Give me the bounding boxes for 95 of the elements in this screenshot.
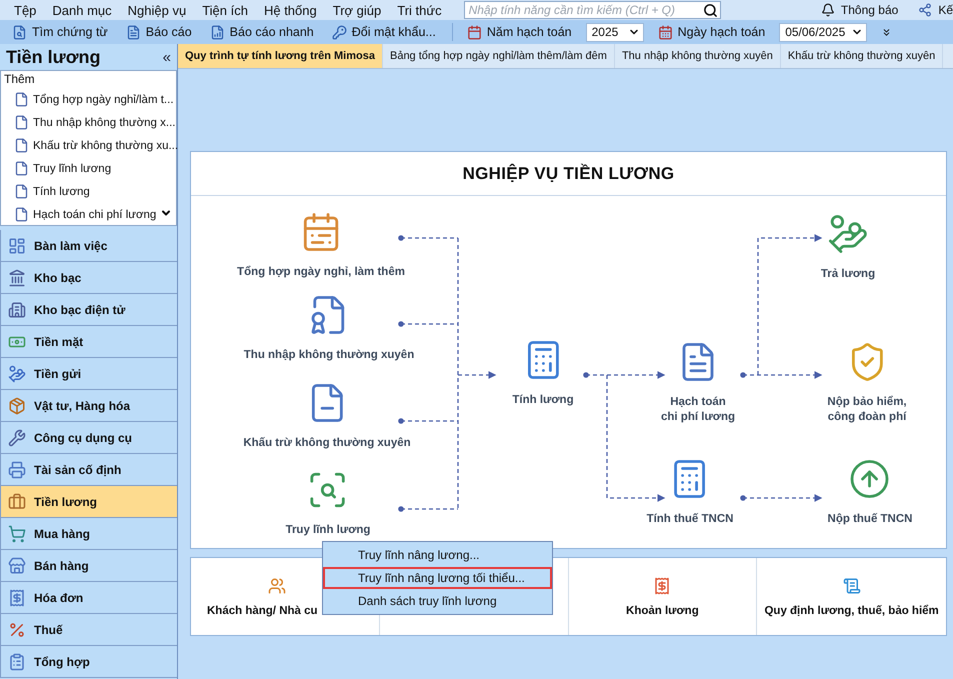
collapse-button[interactable]: « <box>162 48 171 66</box>
shortcut-link[interactable]: Thu nhập không thường x... <box>4 111 176 134</box>
document-icon <box>14 92 29 107</box>
module-item[interactable]: Kho bạc điện tử <box>0 294 177 326</box>
toolbar-button[interactable]: Báo cáo nhanh <box>208 24 316 40</box>
module-item[interactable]: Thuế <box>0 614 177 646</box>
menu-item[interactable]: Tệp <box>6 2 44 18</box>
briefcase-icon <box>8 492 26 510</box>
clipboard-icon <box>8 652 26 670</box>
store-icon <box>8 556 26 574</box>
menu-item[interactable]: Danh sách truy lĩnh lương <box>323 590 552 612</box>
fiscal-year-label: Năm hạch toán <box>466 24 572 40</box>
panel-title: Tiền lương <box>6 46 100 68</box>
module-item[interactable]: Tiền mặt <box>0 326 177 358</box>
process-link[interactable]: Tính lương <box>512 393 574 408</box>
menu-item[interactable]: Hệ thống <box>256 2 325 18</box>
percent-icon <box>8 620 26 638</box>
section-label: Thêm <box>4 72 36 88</box>
quick-link[interactable]: Khoản lương <box>626 604 699 616</box>
menu-item[interactable]: Nghiệp vụ <box>120 2 194 18</box>
menu-item[interactable]: Truy lĩnh nâng lương... <box>323 544 552 566</box>
process-link[interactable]: Trả lương <box>820 267 876 282</box>
shortcut-link[interactable]: Khấu trừ không thường xu... <box>4 134 178 157</box>
cart-icon <box>8 524 26 542</box>
search-field[interactable]: Nhập tính năng cần tìm kiếm (Ctrl + Q) <box>464 1 721 19</box>
document-icon <box>14 138 29 153</box>
hand-coins-icon <box>8 364 26 382</box>
toolbar-button[interactable]: Đổi mật khẩu... <box>330 24 438 40</box>
process-link[interactable]: Nộp thuế TNCN <box>828 512 912 527</box>
module-item[interactable]: Bán hàng <box>0 550 177 582</box>
hand-coins-icon[interactable] <box>827 213 869 255</box>
scroll-icon <box>842 576 861 594</box>
module-item[interactable]: Tài sản cố định <box>0 454 177 486</box>
process-link[interactable]: Khấu trừ không thường xuyên <box>243 436 411 451</box>
shortcut-link[interactable]: Truy lĩnh lương <box>4 157 112 180</box>
menu-item[interactable]: Tri thức <box>389 2 450 18</box>
document-icon <box>126 24 141 40</box>
calendar-icon <box>658 24 673 40</box>
chart-document-icon <box>210 24 225 40</box>
bell-icon <box>820 3 835 17</box>
process-link[interactable]: Hạch toán chi phí lương <box>661 395 735 425</box>
date-select[interactable]: 05/06/2025 <box>779 22 868 42</box>
calendar-icon <box>466 24 482 40</box>
printer-icon <box>8 460 26 478</box>
tab[interactable]: Thu nhập không thường xuyên <box>614 44 781 68</box>
bank-icon <box>8 268 26 286</box>
notification-link[interactable]: Thông báo <box>820 3 898 17</box>
quick-link[interactable]: Khách hàng/ Nhà cu <box>207 604 318 616</box>
module-item[interactable]: Vật tư, Hàng hóa <box>0 390 177 422</box>
shortcut-link[interactable]: Hạch toán chi phí lương <box>4 203 156 226</box>
bank-building-icon <box>8 300 26 318</box>
menu-item[interactable]: Tiện ích <box>194 2 256 18</box>
tab[interactable]: Bảng tổng hợp ngày nghỉ/làm thêm/làm đêm <box>382 44 615 68</box>
menu-item[interactable]: Danh mục <box>44 2 120 18</box>
document-icon <box>14 115 29 130</box>
module-item[interactable]: Bàn làm việc <box>0 230 177 262</box>
receipt-icon <box>8 588 26 606</box>
document-icon <box>14 184 29 199</box>
diagram-title: NGHIỆP VỤ TIỀN LƯƠNG <box>191 152 946 196</box>
document-icon <box>14 161 29 176</box>
quick-link[interactable]: Quy định lương, thuế, bảo hiểm <box>764 604 939 616</box>
posting-date-label: Ngày hạch toán <box>658 24 766 40</box>
connect-link[interactable]: Kế <box>918 3 953 17</box>
share-icon <box>918 3 932 17</box>
year-select[interactable]: 2025 <box>586 22 644 42</box>
module-item[interactable]: Tiền gửi <box>0 358 177 390</box>
process-link[interactable]: Tổng hợp ngày nghỉ, làm thêm <box>237 265 405 280</box>
module-item[interactable]: Mua hàng <box>0 518 177 550</box>
box-icon <box>8 396 26 414</box>
search-icon <box>702 2 718 18</box>
document-icon <box>14 207 29 222</box>
process-link[interactable]: Thu nhập không thường xuyên <box>244 348 414 363</box>
shortcut-link[interactable]: Tính lương <box>4 180 90 203</box>
process-link[interactable]: Truy lĩnh lương <box>286 523 370 538</box>
people-icon <box>268 576 286 594</box>
dashboard-icon <box>8 236 26 254</box>
shortcut-link[interactable]: Tổng hợp ngày nghỉ/làm t... <box>4 88 174 111</box>
search-icon <box>12 24 27 40</box>
module-item[interactable]: Tổng hợp <box>0 646 177 678</box>
tools-icon <box>8 428 26 446</box>
menu-item[interactable]: Truy lĩnh nâng lương tối thiểu... <box>323 567 552 589</box>
module-item[interactable]: Hóa đơn <box>0 582 177 614</box>
toolbar-button[interactable]: Báo cáo <box>124 24 194 40</box>
toolbar-button[interactable]: Tìm chứng từ <box>10 24 110 40</box>
overflow-icon[interactable] <box>881 26 892 38</box>
receipt-icon <box>653 576 672 594</box>
tab[interactable]: Khấu trừ không thường xuyên <box>780 44 944 68</box>
module-item[interactable]: Tiền lương <box>0 486 177 518</box>
tab[interactable]: Quy trình tự tính lương trên Mimosa <box>178 44 383 68</box>
module-item[interactable]: Kho bạc <box>0 262 177 294</box>
menu-item[interactable]: Trợ giúp <box>324 2 390 18</box>
key-icon <box>332 24 347 40</box>
module-item[interactable]: Công cụ dụng cụ <box>0 422 177 454</box>
process-link[interactable]: Nộp bảo hiểm, công đoàn phí <box>827 395 907 425</box>
process-link[interactable]: Tính thuế TNCN <box>646 512 734 527</box>
